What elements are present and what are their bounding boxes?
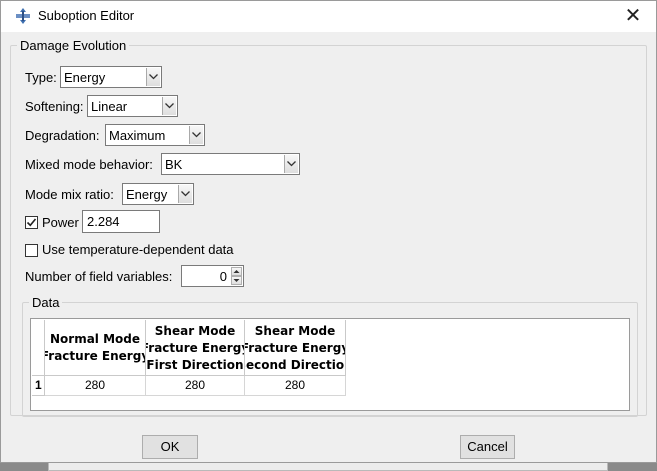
chevron-down-icon[interactable] — [284, 155, 298, 173]
table-corner — [32, 320, 45, 376]
mixed-mode-dropdown[interactable]: BK — [161, 153, 300, 175]
mode-mix-ratio-label: Mode mix ratio: — [25, 187, 114, 202]
column-header-normal-mode[interactable]: Normal Mode Fracture Energy — [45, 320, 146, 376]
field-variables-spinner[interactable]: 0 — [181, 265, 244, 287]
column-header-label: Normal Mode Fracture Energy — [45, 332, 146, 363]
power-value: 2.284 — [87, 214, 120, 229]
degradation-value: Maximum — [109, 128, 166, 143]
column-header-shear-second[interactable]: Shear Mode Fracture Energy Second Direct… — [245, 320, 346, 376]
close-icon[interactable]: ✕ — [620, 4, 646, 28]
window-title: Suboption Editor — [38, 8, 135, 23]
dialog-body: Damage Evolution Type: Energy Softening:… — [1, 32, 656, 462]
power-label: Power — [42, 215, 79, 230]
type-value: Energy — [64, 70, 106, 85]
table-cell[interactable]: 280 — [245, 376, 346, 396]
ok-button[interactable]: OK — [142, 435, 198, 459]
type-dropdown[interactable]: Energy — [60, 66, 162, 88]
table-cell[interactable]: 280 — [146, 376, 245, 396]
chevron-down-icon[interactable] — [178, 185, 192, 203]
column-header-shear-first[interactable]: Shear Mode Fracture Energy First Directi… — [146, 320, 245, 376]
mode-mix-ratio-value: Energy — [126, 187, 168, 202]
softening-dropdown[interactable]: Linear — [87, 95, 178, 117]
spinner-buttons — [231, 267, 242, 285]
title-bar[interactable]: Suboption Editor ✕ — [1, 1, 656, 32]
damage-evolution-legend: Damage Evolution — [20, 38, 127, 53]
abaqus-logo-icon — [15, 8, 31, 24]
power-checkbox[interactable] — [25, 216, 38, 229]
degradation-dropdown[interactable]: Maximum — [105, 124, 205, 146]
field-variables-label: Number of field variables: — [25, 269, 173, 284]
field-variables-value: 0 — [219, 269, 227, 284]
chevron-down-icon[interactable] — [162, 97, 176, 115]
table-cell[interactable]: 280 — [45, 376, 146, 396]
data-legend: Data — [32, 295, 60, 310]
column-header-label: Shear Mode Fracture Energy Second Direct… — [245, 324, 346, 372]
temperature-dependent-checkbox[interactable] — [25, 244, 38, 257]
mixed-mode-value: BK — [165, 157, 183, 172]
checkmark-icon — [26, 218, 37, 227]
cancel-button[interactable]: Cancel — [460, 435, 515, 459]
chevron-down-icon[interactable] — [146, 68, 160, 86]
degradation-label: Degradation: — [25, 128, 100, 143]
power-input[interactable]: 2.284 — [82, 210, 160, 233]
spin-up-icon[interactable] — [231, 267, 242, 276]
type-label: Type: — [25, 70, 57, 85]
column-header-label: Shear Mode Fracture Energy First Directi… — [146, 324, 245, 372]
suboption-editor-dialog: Suboption Editor ✕ Damage Evolution Type… — [0, 0, 657, 463]
data-table[interactable]: Normal Mode Fracture Energy Shear Mode F… — [30, 318, 630, 411]
spin-down-icon[interactable] — [231, 276, 242, 285]
mixed-mode-label: Mixed mode behavior: — [25, 157, 153, 172]
chevron-down-icon[interactable] — [189, 126, 203, 144]
mode-mix-ratio-dropdown[interactable]: Energy — [122, 183, 194, 205]
softening-label: Softening: — [25, 99, 84, 114]
softening-value: Linear — [91, 99, 128, 114]
temperature-dependent-label: Use temperature-dependent data — [42, 242, 234, 257]
row-number: 1 — [32, 376, 45, 396]
